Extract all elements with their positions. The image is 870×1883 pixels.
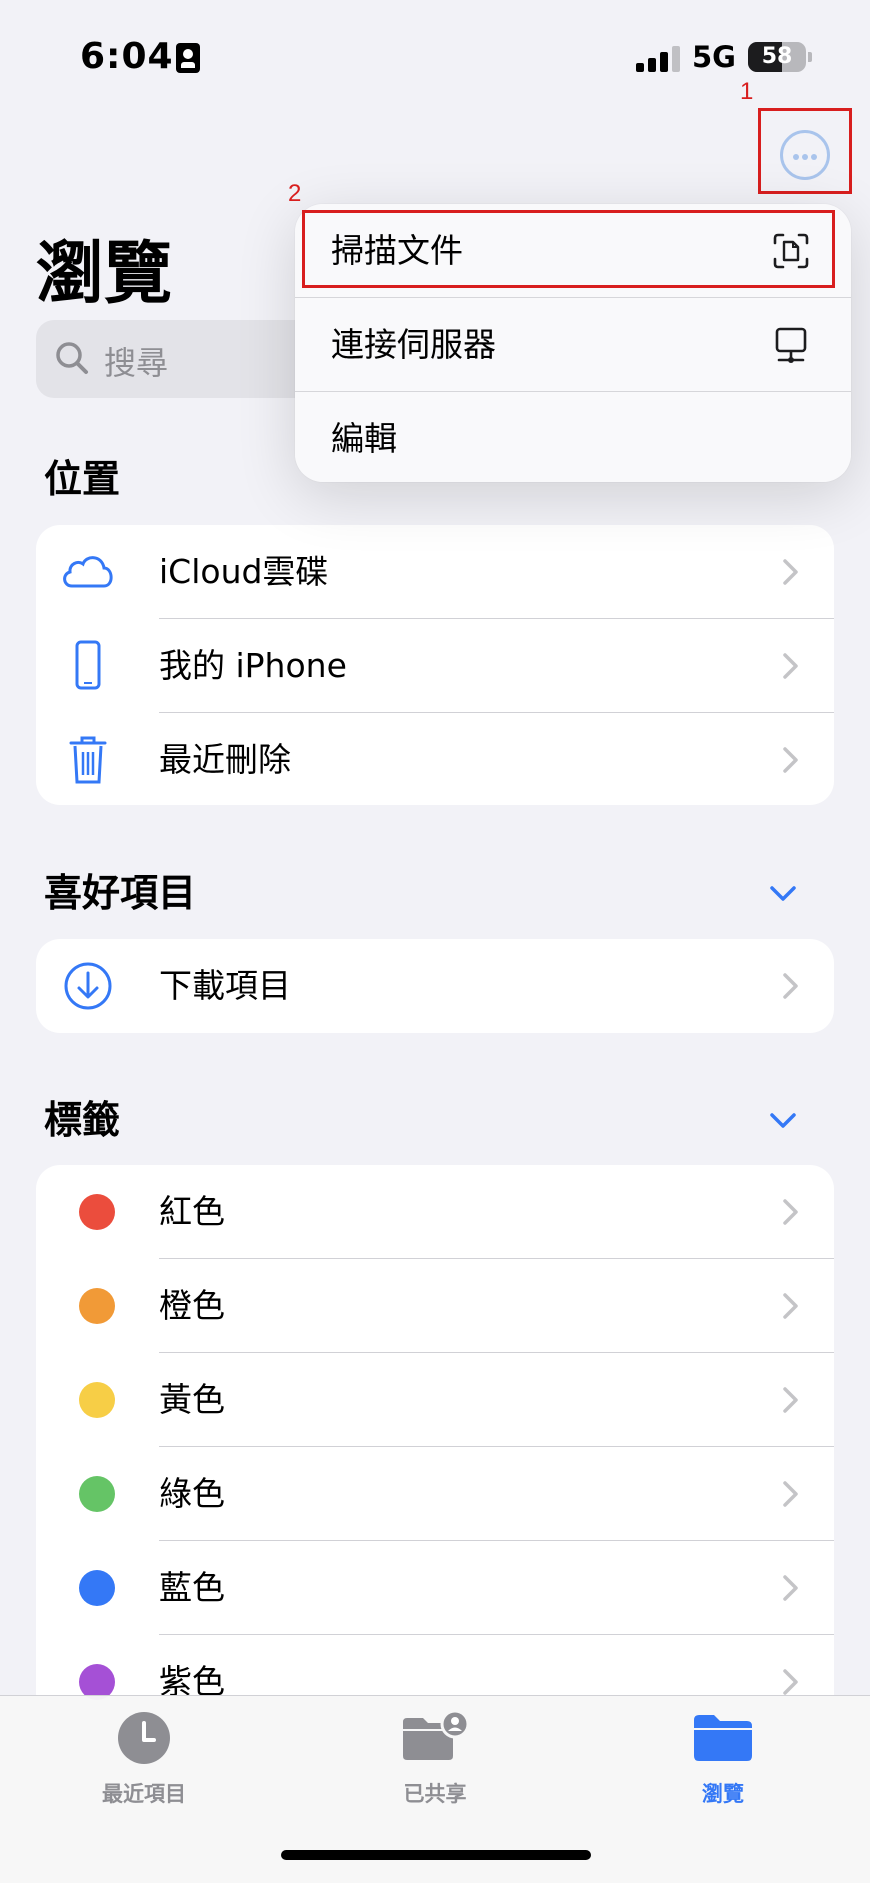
chevron-right-icon <box>783 1293 798 1319</box>
red-tag-dot <box>79 1194 115 1230</box>
search-placeholder: 搜尋 <box>104 344 169 382</box>
list-item-label: 綠色 <box>159 1474 225 1513</box>
chevron-down-icon[interactable] <box>768 1105 798 1135</box>
list-item-label: 下載項目 <box>159 966 291 1005</box>
status-time: 6:04 <box>80 36 174 77</box>
annotation-number-2: 2 <box>288 180 302 207</box>
list-item-tag-orange[interactable]: 橙色 <box>36 1259 834 1353</box>
battery-tip <box>808 52 812 62</box>
shared-folder-icon <box>403 1709 470 1760</box>
tab-recents[interactable]: 最近項目 <box>44 1710 244 1808</box>
annotation-box-2 <box>302 210 835 288</box>
cellular-signal-icon <box>636 46 682 72</box>
list-item-recently-deleted[interactable]: 最近刪除 <box>36 713 834 805</box>
folder-icon <box>694 1715 752 1761</box>
chevron-right-icon <box>783 1481 798 1507</box>
tab-label: 最近項目 <box>102 1782 186 1806</box>
section-title-locations: 位置 <box>44 457 121 501</box>
icloud-icon <box>63 556 113 588</box>
chevron-right-icon <box>783 1387 798 1413</box>
list-item-icloud[interactable]: iCloud雲碟 <box>36 525 834 619</box>
menu-item-label: 連接伺服器 <box>331 325 496 364</box>
network-type: 5G <box>692 40 736 74</box>
section-title-tags: 標籤 <box>44 1098 121 1142</box>
orange-tag-dot <box>79 1288 115 1324</box>
tab-label: 瀏覽 <box>702 1782 744 1806</box>
battery-icon: 58 <box>748 42 806 72</box>
trash-icon <box>69 736 107 784</box>
list-item-label: 紅色 <box>159 1192 225 1231</box>
clock-icon <box>118 1712 170 1764</box>
download-circle-icon <box>64 962 112 1010</box>
green-tag-dot <box>79 1476 115 1512</box>
desktop-server-icon <box>775 327 807 363</box>
list-item-my-iphone[interactable]: 我的 iPhone <box>36 619 834 713</box>
battery-level: 58 <box>761 44 793 69</box>
chevron-right-icon <box>783 747 798 773</box>
list-item-tag-yellow[interactable]: 黃色 <box>36 1353 834 1447</box>
locations-list: iCloud雲碟 我的 iPhone 最近刪除 <box>36 525 834 805</box>
section-title-favorites: 喜好項目 <box>44 871 197 915</box>
chevron-down-icon[interactable] <box>768 878 798 908</box>
tab-shared[interactable]: 已共享 <box>335 1709 535 1808</box>
tab-browse[interactable]: 瀏覽 <box>623 1710 823 1808</box>
list-item-label: 最近刪除 <box>159 740 291 779</box>
list-item-label: 黃色 <box>159 1380 225 1419</box>
page-title: 瀏覽 <box>36 235 173 314</box>
chevron-right-icon <box>783 973 798 999</box>
menu-item-edit[interactable]: 編輯 <box>295 392 851 482</box>
tab-label: 已共享 <box>403 1782 467 1806</box>
annotation-number-1: 1 <box>740 78 754 105</box>
list-item-downloads[interactable]: 下載項目 <box>36 939 834 1033</box>
chevron-right-icon <box>783 653 798 679</box>
more-options-button[interactable] <box>780 130 830 180</box>
list-item-tag-red[interactable]: 紅色 <box>36 1165 834 1259</box>
list-item-tag-green[interactable]: 綠色 <box>36 1447 834 1541</box>
contact-card-icon <box>176 43 200 73</box>
ellipsis-circle-icon <box>793 154 799 160</box>
menu-item-label: 編輯 <box>331 419 397 458</box>
menu-item-connect-server[interactable]: 連接伺服器 <box>295 298 851 391</box>
chevron-right-icon <box>783 1199 798 1225</box>
chevron-right-icon <box>783 559 798 585</box>
list-item-label: 藍色 <box>159 1568 225 1607</box>
list-item-tag-blue[interactable]: 藍色 <box>36 1541 834 1635</box>
list-item-label: 橙色 <box>159 1286 225 1325</box>
iphone-icon <box>75 640 101 690</box>
list-item-label: iCloud雲碟 <box>159 552 329 591</box>
home-indicator[interactable] <box>281 1850 591 1860</box>
chevron-right-icon <box>783 1669 798 1695</box>
tags-list: 紅色 橙色 黃色 綠色 藍色 紫色 <box>36 1165 834 1765</box>
search-icon <box>56 342 88 374</box>
blue-tag-dot <box>79 1570 115 1606</box>
favorites-list: 下載項目 <box>36 939 834 1033</box>
list-item-label: 我的 iPhone <box>159 646 347 685</box>
yellow-tag-dot <box>79 1382 115 1418</box>
chevron-right-icon <box>783 1575 798 1601</box>
